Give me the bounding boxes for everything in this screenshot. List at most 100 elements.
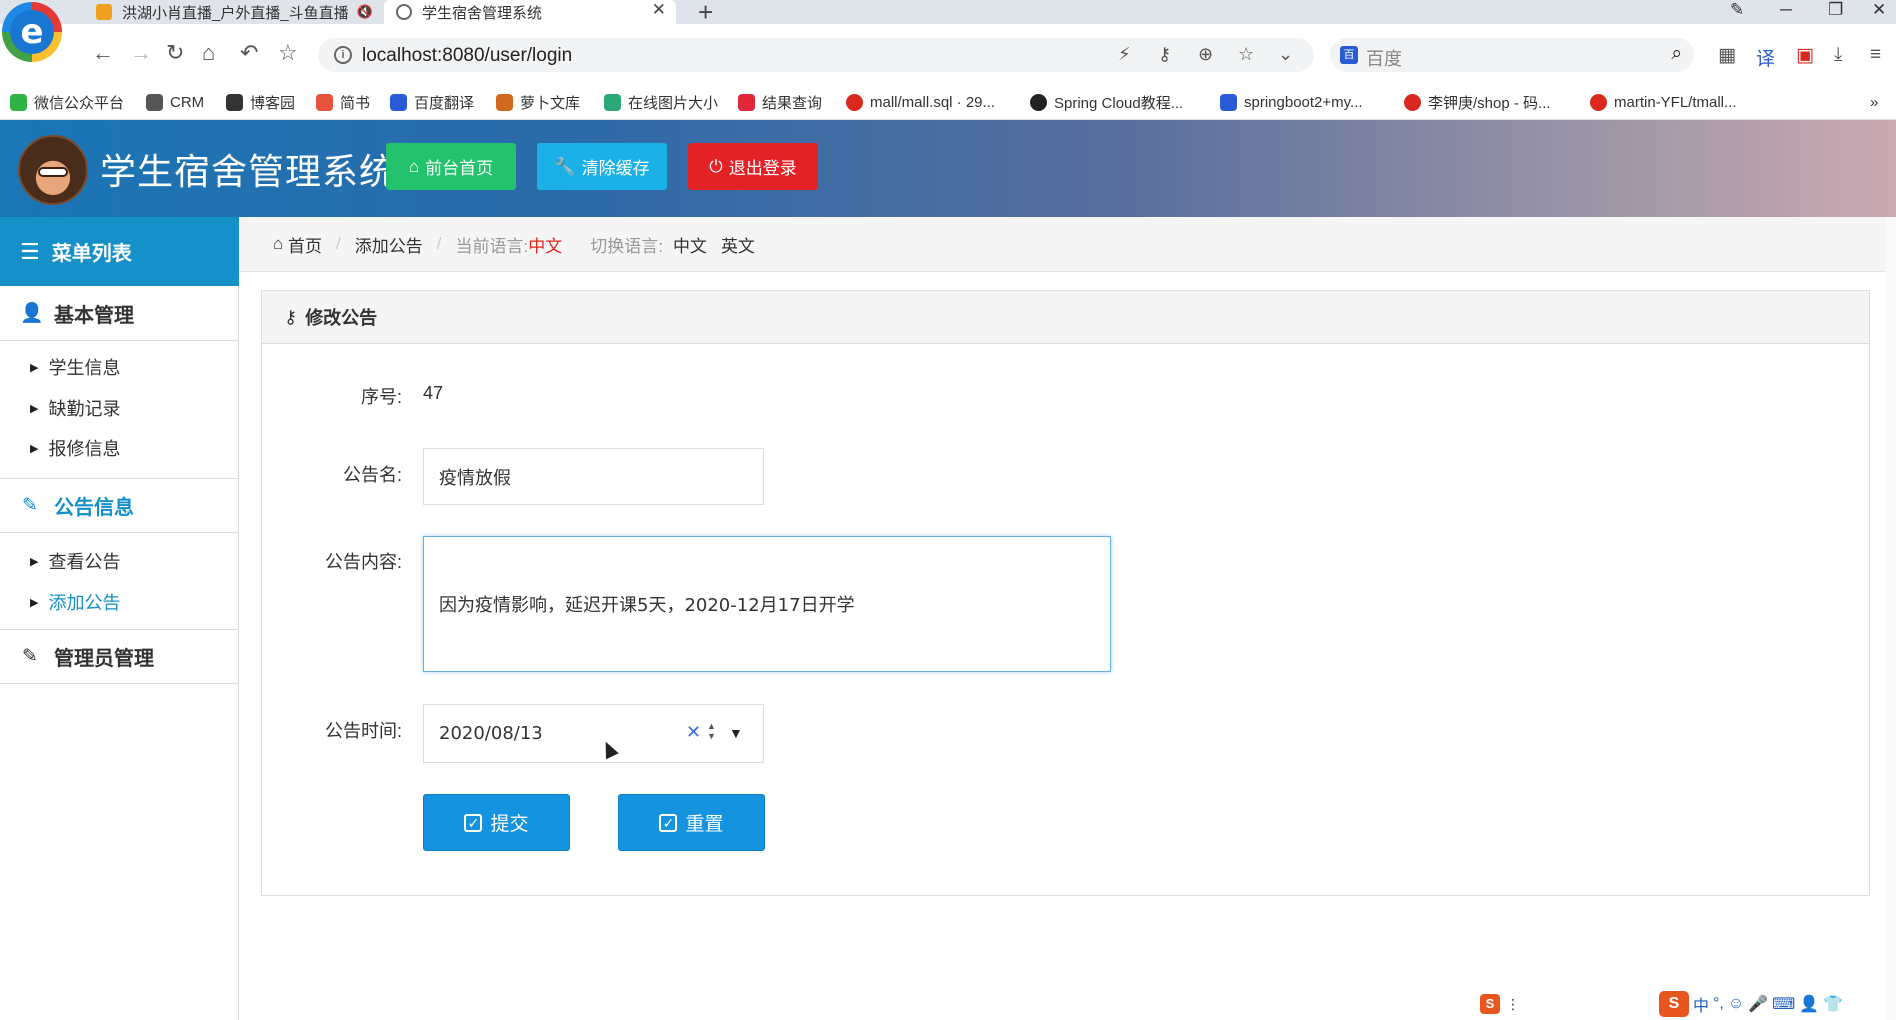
keyboard-icon[interactable]: ⌨ (1772, 994, 1795, 1014)
sogou-icon: S (1659, 991, 1689, 1017)
mute-icon[interactable]: 🔇 (357, 4, 373, 20)
browser-tab-douyu[interactable]: 洪湖小肖直播_户外直播_斗鱼直播 🔇 (96, 0, 380, 24)
home-icon: ⌂ (408, 156, 420, 176)
panel-header: ⚷ 修改公告 (262, 291, 1869, 344)
tab-title: 学生宿舍管理系统 (422, 4, 543, 22)
microphone-icon[interactable]: 🎤 (1748, 994, 1768, 1014)
site-info-icon[interactable]: i (334, 46, 352, 64)
baidu-icon: 百 (1340, 46, 1358, 64)
chevron-down-icon[interactable]: ⌄ (1278, 44, 1293, 65)
bookmark-item[interactable]: 在线图片大小 (604, 90, 718, 114)
notice-content-textarea[interactable]: 因为疫情影响，延迟开课5天，2020-12月17日开学 (423, 536, 1111, 672)
bookmark-item[interactable]: 百度翻译 (390, 90, 474, 114)
clear-date-icon[interactable]: ✕ (686, 722, 701, 743)
key-icon: ⚷ (284, 306, 298, 327)
sidebar-group-admin[interactable]: ✎ 管理员管理 (0, 629, 239, 684)
zoom-icon[interactable]: ⊕ (1198, 44, 1213, 65)
reset-button[interactable]: ✓ 重置 (618, 794, 765, 851)
bookmark-favicon-icon (1220, 93, 1237, 111)
skin-icon[interactable]: 👕 (1823, 994, 1843, 1014)
switch-lang-label: 切换语言: (590, 236, 663, 256)
sidebar-group-notice[interactable]: ✎ 公告信息 (0, 478, 239, 533)
lang-zh-link[interactable]: 中文 (673, 232, 707, 257)
bookmark-item[interactable]: mall/mall.sql · 29... (846, 90, 995, 114)
calendar-dropdown-icon[interactable]: ▼ (729, 725, 743, 741)
search-field[interactable]: 百 百度 ⌕ (1330, 38, 1694, 72)
search-icon[interactable]: ⌕ (1671, 43, 1682, 65)
reload-icon[interactable]: ↻ (166, 42, 184, 64)
bookmark-item[interactable]: springboot2+my... (1220, 90, 1363, 114)
lightning-icon[interactable]: ⚡ (1118, 44, 1131, 65)
bookmark-item[interactable]: 结果查询 (738, 90, 822, 114)
caret-right-icon: ▶ (30, 402, 39, 415)
home-icon[interactable]: ⌂ (202, 42, 215, 64)
page-scrollbar[interactable] (1886, 217, 1896, 1020)
bookmark-star-icon[interactable]: ☆ (1238, 44, 1254, 65)
download-icon[interactable]: ⤓ (1834, 44, 1842, 66)
bookmark-item[interactable]: Spring Cloud教程... (1030, 90, 1183, 114)
menu-icon[interactable]: ≡ (1870, 44, 1881, 66)
pdf-icon[interactable]: ▣ (1796, 44, 1814, 67)
ime-chinese-mode[interactable]: 中 (1693, 992, 1709, 1016)
favorite-icon[interactable]: ☆ (278, 42, 298, 64)
lang-en-link[interactable]: 英文 (721, 232, 755, 257)
date-spinner-icon[interactable]: ▲ ▼ (707, 721, 716, 741)
bookmark-item[interactable]: CRM (146, 90, 204, 114)
sidebar-item-repair[interactable]: ▶ 报修信息 (30, 435, 120, 461)
globe-favicon-icon (396, 4, 412, 20)
grid-icon[interactable]: ▦ (1718, 44, 1736, 67)
power-icon: ⏻ (709, 156, 723, 176)
close-window-icon[interactable]: ✕ (1872, 0, 1886, 20)
id-value: 47 (423, 383, 444, 403)
breadcrumb-home[interactable]: 首页 (288, 232, 322, 257)
user-icon[interactable]: 👤 (1799, 994, 1819, 1014)
notice-name-input[interactable]: 疫情放假 (423, 448, 764, 505)
time-label: 公告时间: (324, 721, 402, 741)
forward-icon[interactable]: → (130, 42, 152, 64)
bookmark-favicon-icon (496, 93, 513, 111)
avatar (18, 135, 88, 205)
bookmark-item[interactable]: martin-YFL/tmall... (1590, 90, 1737, 114)
url-field[interactable]: i localhost:8080/user/login ⚡ ⚷ ⊕ ☆ ⌄ (318, 38, 1314, 72)
sidebar-item-view-notice[interactable]: ▶ 查看公告 (30, 548, 120, 574)
back-icon[interactable]: ← (92, 42, 114, 64)
bookmark-favicon-icon (226, 93, 243, 111)
translate-icon[interactable]: 译 (1756, 44, 1775, 71)
bookmarks-overflow-icon[interactable]: » (1870, 90, 1878, 114)
bookmark-item[interactable]: 简书 (316, 90, 370, 114)
edit-icon[interactable]: ✎ (1730, 0, 1744, 20)
id-label: 序号: (360, 387, 402, 407)
home-button[interactable]: ⌂ 前台首页 (386, 143, 516, 190)
bookmark-item[interactable]: 博客园 (226, 90, 295, 114)
bookmark-item[interactable]: 萝卜文库 (496, 90, 580, 114)
bookmark-item[interactable]: 李钾庚/shop - 码... (1404, 90, 1551, 114)
bookmark-favicon-icon (390, 93, 407, 111)
sidebar-group-basic[interactable]: 👤 基本管理 (0, 286, 239, 341)
undo-icon[interactable]: ↶ (240, 42, 258, 64)
emoji-icon[interactable]: ☺ (1728, 995, 1744, 1013)
sogou-icon: S (1480, 994, 1500, 1014)
sidebar-item-add-notice[interactable]: ▶ 添加公告 (30, 589, 120, 615)
clear-cache-button[interactable]: 🔧 清除缓存 (537, 143, 667, 190)
sidebar-item-absence[interactable]: ▶ 缺勤记录 (30, 395, 120, 421)
browser-tab-active[interactable]: 学生宿舍管理系统 ✕ (384, 0, 676, 24)
submit-button[interactable]: ✓ 提交 (423, 794, 570, 851)
punctuation-icon[interactable]: °, (1713, 995, 1724, 1013)
ime-mini-toolbar[interactable]: S ⋮ (1480, 994, 1520, 1014)
github-icon (1030, 93, 1047, 111)
date-value: 2020/08/13 (439, 723, 543, 744)
minimize-icon[interactable]: ─ (1780, 0, 1792, 20)
key-icon[interactable]: ⚷ (1158, 44, 1171, 65)
restore-icon[interactable]: ❐ (1828, 0, 1843, 20)
sidebar-item-student-info[interactable]: ▶ 学生信息 (30, 354, 120, 380)
close-tab-icon[interactable]: ✕ (652, 0, 666, 20)
current-lang-value: 中文 (528, 236, 563, 256)
logout-button[interactable]: ⏻ 退出登录 (688, 143, 818, 190)
ime-toolbar[interactable]: S 中 °, ☺ 🎤 ⌨ 👤 👕 (1655, 990, 1848, 1018)
douyu-favicon-icon (96, 4, 112, 20)
bookmark-favicon-icon (604, 93, 621, 111)
edit-icon: ✎ (22, 646, 38, 667)
ime-more-icon: ⋮ (1506, 995, 1520, 1012)
bookmark-item[interactable]: 微信公众平台 (10, 90, 124, 114)
bookmark-favicon-icon (316, 93, 333, 111)
